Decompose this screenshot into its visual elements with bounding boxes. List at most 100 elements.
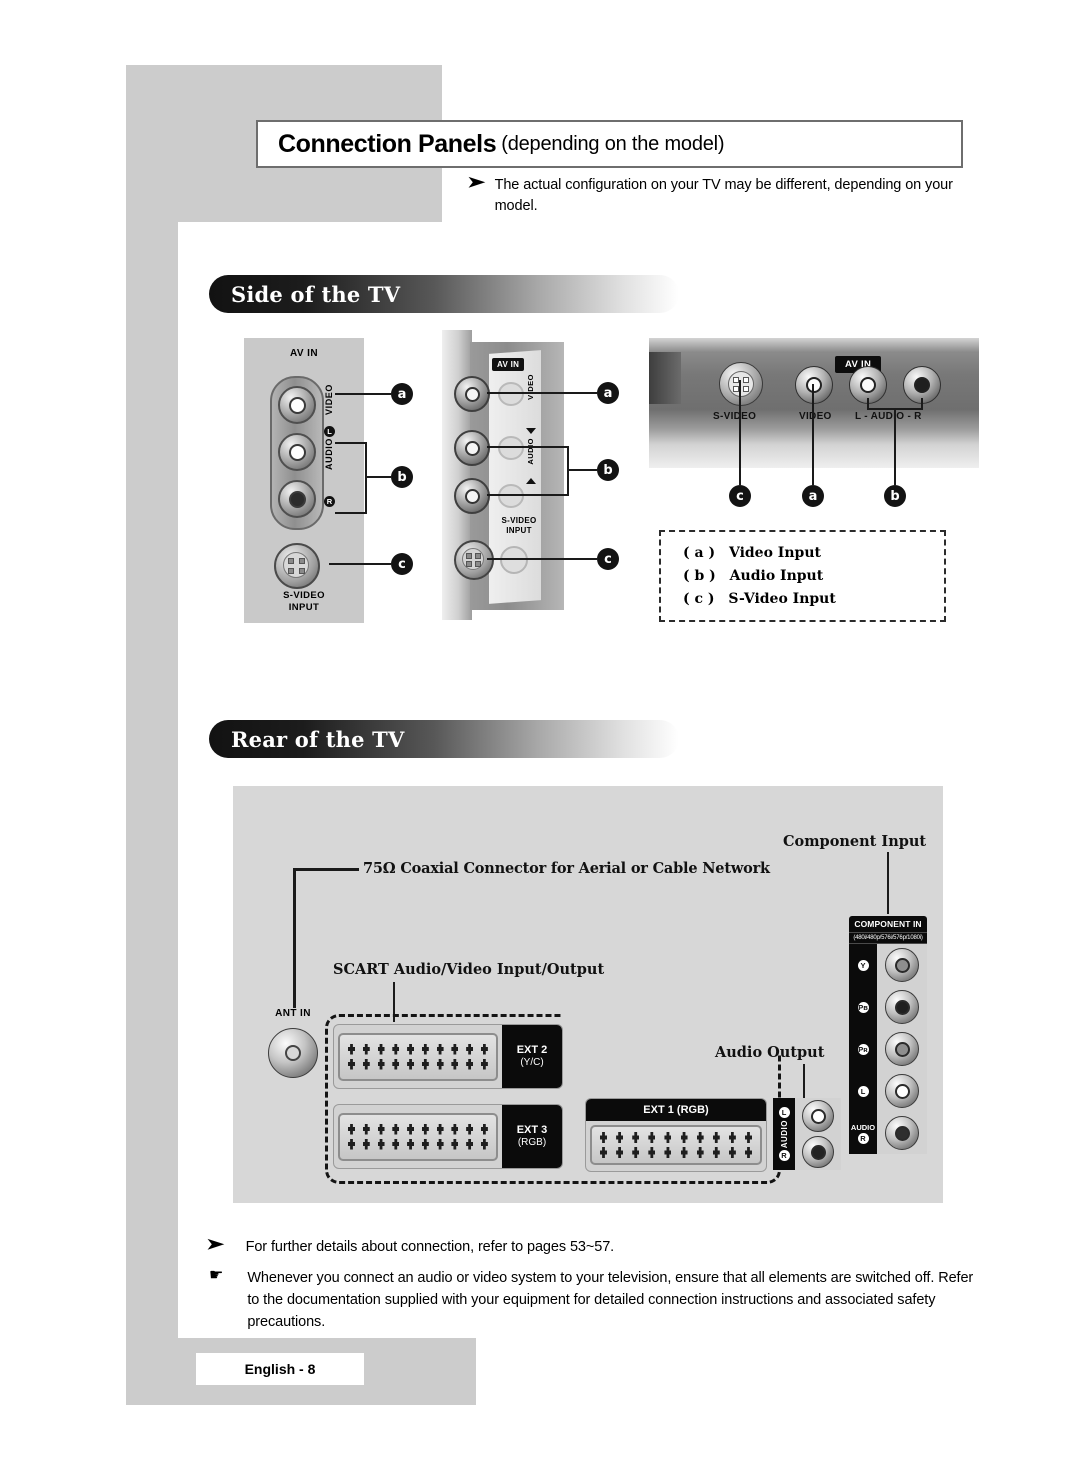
scart-socket (338, 1112, 498, 1161)
s-video-pin (299, 558, 305, 564)
section-header-side: Side of the TV (209, 275, 679, 313)
scart-sub-ext3: (RGB) (517, 1137, 547, 1149)
antenna-jack (268, 1028, 318, 1078)
leader-line-b3 (894, 408, 896, 485)
s-video-pin (743, 386, 749, 392)
component-row-pr: Pʀ (849, 1028, 927, 1070)
leader-line-a3 (812, 384, 814, 485)
page-number-tag: English - 8 (196, 1353, 364, 1385)
s-video-jack-inner (728, 371, 754, 397)
arrow-bullet-icon: ➤ (206, 1236, 225, 1253)
s-video-jack (274, 543, 320, 589)
legend-key-b: ( b ) (683, 568, 716, 584)
component-tag-l: L (849, 1070, 877, 1112)
scart-label: SCART Audio/Video Input/Output (333, 961, 605, 978)
component-tag-audio-r: AUDIO R (849, 1112, 877, 1154)
pointing-hand-icon: ☛ (209, 1267, 224, 1284)
s-video-pin (466, 553, 472, 559)
footer-note-1-text: For further details about connection, re… (245, 1239, 615, 1255)
leader-line-b2-top (487, 446, 569, 448)
section-header-rear-label: Rear of the TV (231, 726, 405, 752)
rear-diagram-area: 75Ω Coaxial Connector for Aerial or Cabl… (233, 786, 943, 1203)
s-video-label: S-VIDEO (713, 411, 757, 422)
audio-output-jack-column (795, 1098, 841, 1170)
video-rca-jack (278, 386, 316, 424)
coax-connector-label: 75Ω Coaxial Connector for Aerial or Cabl… (363, 860, 770, 877)
callout-dot-c-3: c (729, 485, 751, 507)
scart-tag-ext3: EXT 3 (RGB) (502, 1105, 562, 1168)
component-jack-pb (877, 986, 927, 1028)
leader-line-a2 (487, 392, 597, 394)
leader-line-b2-mid (567, 469, 597, 471)
scart-pin-row (600, 1147, 752, 1158)
leader-line-c2 (487, 558, 597, 560)
intro-note-text: The actual configuration on your TV may … (494, 177, 953, 215)
callout-dot-a-2: a (597, 382, 619, 404)
leader-coax-vertical (293, 868, 296, 1008)
audio-label: AUDIO (324, 438, 334, 470)
component-jack-r (877, 1112, 927, 1154)
s-video-pin (466, 561, 472, 567)
legend-text-c: S-Video Input (728, 591, 836, 607)
page-margin-left-block (126, 225, 178, 1405)
audio-output-left-badge: L (778, 1106, 790, 1118)
page-title-bar: Connection Panels (depending on the mode… (256, 120, 963, 168)
callout-dot-b-3: b (884, 485, 906, 507)
callout-dot-a-1: a (391, 383, 413, 405)
callout-dot-a-3: a (802, 485, 824, 507)
component-in-title: COMPONENT IN (849, 916, 927, 932)
legend-row: ( b ) Audio Input (683, 568, 944, 584)
av-in-label: AV IN (492, 358, 525, 371)
scart-pin-row (348, 1123, 488, 1135)
s-video-jack-inner (283, 552, 309, 578)
s-video-input-label: S-VIDEO INPUT (283, 590, 325, 613)
jack-hole (498, 382, 524, 406)
callout-dot-b-2: b (597, 459, 619, 481)
section-header-rear: Rear of the TV (209, 720, 679, 758)
leader-component-vertical (887, 852, 889, 914)
audio-output-jacks: L AUDIO R (773, 1098, 841, 1170)
page-title: Connection Panels (278, 129, 497, 158)
leader-line-b1-vert (365, 442, 367, 514)
leader-line-b2-bot (487, 494, 569, 496)
side-panel-photo: AV IN S-VIDEO VIDEO L - AUDIO - R (649, 338, 979, 468)
s-video-pin (743, 377, 749, 383)
scart-name-ext2: EXT 2 (516, 1043, 548, 1056)
side-diagram-area: AV IN VIDEO AUDIO L R S-VIDEO INPUT a b … (209, 330, 979, 630)
audio-output-right-badge: R (778, 1150, 790, 1162)
legend-text-b: Audio Input (729, 568, 824, 584)
video-rca-jack (454, 376, 490, 412)
video-label: VIDEO (799, 411, 832, 422)
component-row-y: Y (849, 944, 927, 986)
tv-top-edge (649, 338, 979, 352)
rca-jack-strip (270, 376, 324, 530)
leader-audio-output-vertical (803, 1064, 805, 1100)
leader-line-b2-vert (567, 446, 569, 496)
audio-left-badge: L (324, 426, 335, 437)
legend-key-c: ( c ) (683, 591, 715, 607)
jack-hole (498, 436, 524, 460)
leader-line-a1 (335, 393, 391, 395)
component-tag-y: Y (849, 944, 877, 986)
component-tag-pr: Pʀ (849, 1028, 877, 1070)
callout-dot-b-1: b (391, 466, 413, 488)
jack-hole (498, 484, 524, 508)
video-label: VIDEO (526, 374, 535, 400)
leader-line-c3 (739, 380, 741, 485)
scart-connector-ext3: EXT 3 (RGB) (333, 1104, 563, 1169)
audio-right-badge: R (324, 496, 335, 507)
leader-scart-vertical (393, 982, 395, 1022)
audio-left-rca-jack (454, 430, 490, 466)
legend-row: ( c ) S-Video Input (683, 591, 944, 607)
component-jack-l (877, 1070, 927, 1112)
section-header-side-label: Side of the TV (231, 281, 401, 307)
video-rca-jack (795, 366, 833, 404)
leader-line-c1 (329, 563, 391, 565)
scart-socket (338, 1032, 498, 1081)
s-video-pin (288, 558, 294, 564)
audio-left-rca-jack (278, 433, 316, 471)
legend-key-a: ( a ) (683, 545, 716, 561)
scart-sub-ext2: (Y/C) (520, 1057, 544, 1069)
tv-side-lip (649, 352, 681, 404)
ant-in-label: ANT IN (275, 1008, 311, 1019)
